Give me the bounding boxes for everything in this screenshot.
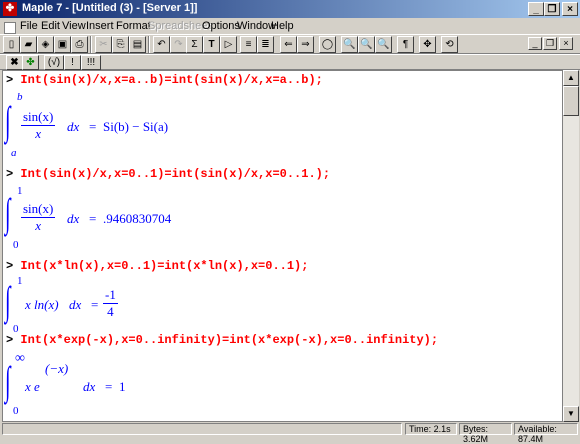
scroll-down-icon[interactable]: ▼ <box>563 406 579 422</box>
output-block: ∫ 1 0 sin(x) x dx = .9460830704 <box>5 183 305 255</box>
input-line[interactable]: > Int(x*ln(x),x=0..1)=int(x*ln(x),x=0..1… <box>6 259 308 273</box>
maple-leaf-icon[interactable]: ✤ <box>3 2 17 16</box>
menu-view[interactable]: View <box>62 20 86 32</box>
integral-sign: ∫ <box>5 190 11 235</box>
prompt-icon[interactable]: ▷ <box>220 36 237 53</box>
execute-button[interactable]: (√) <box>44 55 64 70</box>
differential: dx <box>67 119 80 134</box>
lower-limit: 0 <box>13 405 19 417</box>
lower-limit: 0 <box>13 239 19 251</box>
equals-sign: = <box>91 297 99 312</box>
back-icon[interactable]: ⇐ <box>280 36 297 53</box>
status-bar: Time: 2.1s Bytes: 3.62M Available: 87.4M <box>0 423 580 444</box>
menu-insert[interactable]: Insert <box>86 20 114 32</box>
execute-all-button[interactable]: !!! <box>81 55 101 70</box>
window-title: Maple 7 - [Untitled (3) - [Server 1]] <box>22 2 198 14</box>
menu-help[interactable]: Help <box>271 20 294 32</box>
differential: dx <box>69 297 82 312</box>
upper-limit: b <box>17 91 23 103</box>
input-line[interactable]: > Int(x*exp(-x),x=0..infinity)=int(x*exp… <box>6 333 438 347</box>
output-block: ∫ b a sin(x) x dx = Si(b) − Si(a) <box>5 89 305 163</box>
print-icon[interactable]: ⎙ <box>71 36 88 53</box>
vertical-scrollbar[interactable]: ▲ ▼ <box>563 70 579 422</box>
menu-bar: File Edit View Insert Format Spreadsheet… <box>0 18 580 50</box>
input-line[interactable]: > Int(sin(x)/x,x=0..1)=int(sin(x)/x,x=0.… <box>6 167 330 181</box>
upper-limit: 1 <box>17 185 23 197</box>
integral-sign: ∫ <box>5 358 11 403</box>
toolbar-separator <box>148 36 150 53</box>
menu-options[interactable]: Options <box>202 20 240 32</box>
save-icon[interactable]: ▣ <box>54 36 71 53</box>
result-value: Si(b) − Si(a) <box>103 119 169 134</box>
new-icon[interactable]: ▯ <box>3 36 20 53</box>
title-bar: ✤ Maple 7 - [Untitled (3) - [Server 1]] … <box>0 0 580 18</box>
scroll-up-icon[interactable]: ▲ <box>563 70 579 86</box>
restore-button[interactable]: ❐ <box>544 2 560 16</box>
indent-icon[interactable]: ≡ <box>240 36 257 53</box>
fraction: sin(x) x <box>21 109 56 141</box>
close-mode-icon[interactable]: ✖ <box>6 55 23 70</box>
menu-edit[interactable]: Edit <box>41 20 60 32</box>
status-message <box>2 423 402 435</box>
open-url-icon[interactable]: ◈ <box>37 36 54 53</box>
scroll-thumb[interactable] <box>563 86 579 116</box>
status-bytes: Bytes: 3.62M <box>459 423 512 444</box>
menu-file[interactable]: File <box>20 20 38 32</box>
open-icon[interactable]: ▰ <box>20 36 37 53</box>
paste-icon[interactable]: ▤ <box>129 36 146 53</box>
sum-icon[interactable]: Σ <box>186 36 203 53</box>
integral-sign: ∫ <box>5 278 11 323</box>
integrand: x e <box>25 379 40 394</box>
status-time: Time: 2.1s <box>405 423 457 435</box>
output-block: ∫ 1 0 x ln(x) dx = -1 4 <box>5 275 305 337</box>
lower-limit: a <box>11 147 17 159</box>
result-value: .9460830704 <box>103 211 172 226</box>
toolbar-separator <box>90 36 92 53</box>
zoom-medium-icon[interactable]: 🔍 <box>358 36 375 53</box>
text-icon[interactable]: T <box>203 36 220 53</box>
outdent-icon[interactable]: ≣ <box>257 36 274 53</box>
zoom-large-icon[interactable]: 🔍 <box>375 36 392 53</box>
differential: dx <box>83 379 96 394</box>
equals-sign: = <box>89 119 97 134</box>
execute-block-button[interactable]: ! <box>64 55 81 70</box>
stop-icon[interactable]: ◯ <box>319 36 336 53</box>
status-available: Available: 87.4M <box>514 423 578 444</box>
fraction: sin(x) x <box>21 201 56 233</box>
integrand: x ln(x) <box>25 297 59 312</box>
output-block: ∫ ∞ 0 x e (−x) dx = 1 <box>5 349 305 419</box>
context-toolbar: ✖ ✤ (√) ! !!! <box>0 54 580 70</box>
input-line[interactable]: > Int(sin(x)/x,x=a..b)=int(sin(x)/x,x=a.… <box>6 73 323 87</box>
integral-sign: ∫ <box>5 98 11 143</box>
equals-sign: = <box>105 379 113 394</box>
pilcrow-icon[interactable]: ¶ <box>397 36 414 53</box>
main-toolbar: ▯ ▰ ◈ ▣ ⎙ ✂ ⎘ ▤ ↶ ↷ Σ T ▷ ≡ ≣ ⇐ ⇒ ◯ 🔍 🔍 … <box>0 34 580 54</box>
result-value: 1 <box>119 379 126 394</box>
minimize-button[interactable]: _ <box>528 2 544 16</box>
undo-icon[interactable]: ↶ <box>153 36 170 53</box>
upper-limit: ∞ <box>15 351 25 366</box>
worksheet[interactable]: > Int(sin(x)/x,x=a..b)=int(sin(x)/x,x=a.… <box>2 70 563 422</box>
exponent: (−x) <box>45 361 69 376</box>
document-icon[interactable] <box>4 22 16 34</box>
zoom-small-icon[interactable]: 🔍 <box>341 36 358 53</box>
equals-sign: = <box>89 211 97 226</box>
forward-icon[interactable]: ⇒ <box>297 36 314 53</box>
result-fraction: -1 4 <box>103 287 118 319</box>
menu-format[interactable]: Format <box>116 20 151 32</box>
maple-input-icon[interactable]: ✤ <box>22 55 39 70</box>
copy-icon[interactable]: ⎘ <box>112 36 129 53</box>
differential: dx <box>67 211 80 226</box>
close-button[interactable]: × <box>562 2 578 16</box>
expand-icon[interactable]: ✥ <box>419 36 436 53</box>
cut-icon[interactable]: ✂ <box>95 36 112 53</box>
upper-limit: 1 <box>17 275 23 287</box>
restart-icon[interactable]: ⟲ <box>441 36 458 53</box>
redo-icon[interactable]: ↷ <box>170 36 187 53</box>
